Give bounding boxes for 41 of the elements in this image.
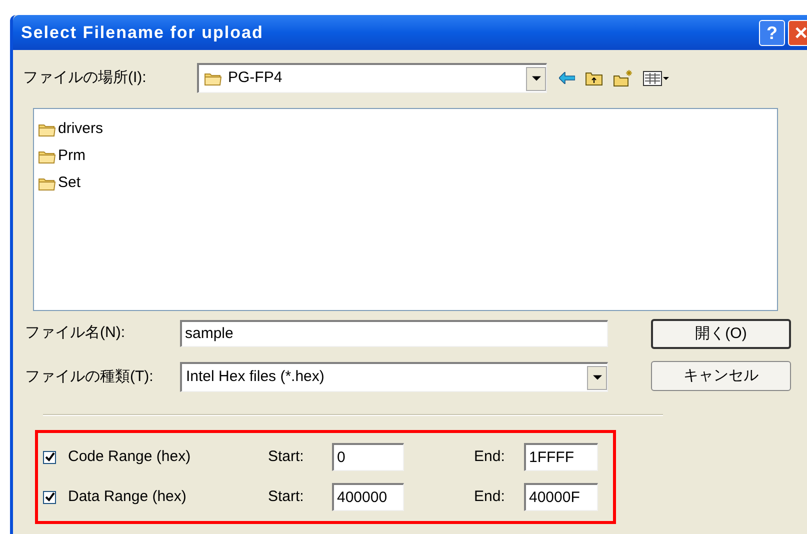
start-field[interactable]: 400000	[332, 483, 404, 511]
checkbox[interactable]	[43, 490, 56, 504]
end-label: End:	[474, 446, 506, 467]
range-label: Code Range (hex)	[68, 446, 192, 467]
filetype-dropdown[interactable]: Intel Hex files (*.hex)	[180, 362, 608, 392]
folder-icon	[38, 176, 56, 191]
help-button[interactable]: ?	[759, 20, 785, 46]
folder-item[interactable]: drivers	[38, 116, 777, 143]
check-icon	[44, 452, 54, 462]
caret-icon	[592, 375, 602, 380]
end-field[interactable]: 1FFFF	[524, 443, 598, 471]
window-title: Select Filename for upload	[21, 22, 264, 44]
check-icon	[44, 492, 54, 502]
up-folder-icon[interactable]	[585, 70, 603, 86]
dropdown-arrow-button[interactable]	[587, 366, 607, 390]
end-label: End:	[474, 486, 506, 507]
close-button[interactable]: ×	[788, 20, 807, 46]
view-menu-icon[interactable]	[643, 70, 669, 86]
cancel-button[interactable]: キャンセル	[651, 361, 791, 391]
filename-field[interactable]: sample	[180, 320, 608, 346]
end-field[interactable]: 40000F	[524, 483, 598, 511]
location-dropdown[interactable]: PG-FP4	[197, 63, 547, 93]
filetype-label: ファイルの種類(T):	[24, 366, 154, 387]
open-button[interactable]: 開く(O)	[651, 319, 791, 349]
folder-icon	[38, 122, 56, 137]
filename-label: ファイル名(N):	[24, 322, 126, 343]
start-label: Start:	[268, 486, 305, 507]
start-field[interactable]: 0	[332, 443, 404, 471]
back-arrow-icon[interactable]	[559, 72, 575, 84]
location-value: PG-FP4	[228, 68, 284, 88]
checkbox[interactable]	[43, 450, 56, 464]
dropdown-arrow-button[interactable]	[526, 66, 546, 90]
folder-item[interactable]: Set	[38, 170, 777, 197]
folder-icon	[204, 71, 222, 86]
location-label: ファイルの場所(I):	[22, 68, 148, 88]
range-label: Data Range (hex)	[68, 486, 188, 507]
folder-icon	[38, 149, 56, 164]
caret-icon	[532, 76, 540, 81]
start-label: Start:	[268, 446, 305, 467]
new-folder-icon[interactable]	[613, 70, 633, 86]
folder-item[interactable]: Prm	[38, 143, 777, 170]
